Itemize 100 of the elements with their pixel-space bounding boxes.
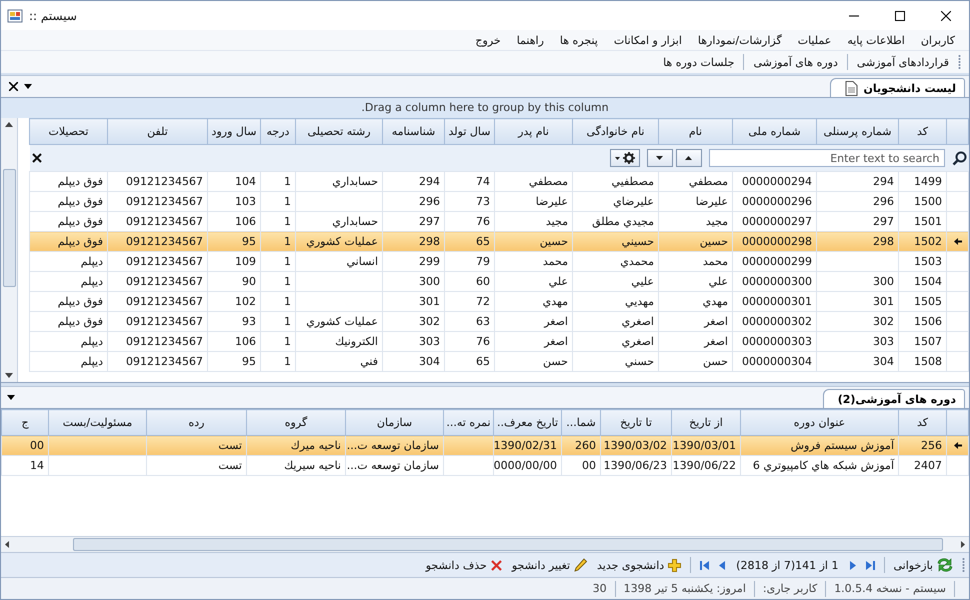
column-header[interactable]: تلفن [108, 118, 208, 144]
table-cell: 0000000301 [732, 292, 816, 312]
table-cell: فوق ديپلم [30, 312, 108, 332]
column-header[interactable]: عنوان دوره [740, 410, 898, 436]
add-button[interactable]: دانشجوی جدید [592, 556, 686, 574]
column-header[interactable]: شناسنامه [382, 118, 444, 144]
table-cell: 00 [562, 456, 600, 476]
table-cell: مصطفي [658, 172, 732, 192]
status-text: کاربر جاری: [762, 582, 818, 595]
toolbar-button[interactable]: جلسات دوره ها [658, 54, 740, 70]
table-cell: 09121234567 [108, 352, 208, 372]
table-cell: 0000000303 [732, 332, 816, 352]
menu-item[interactable]: پنجره ها [552, 34, 606, 46]
menu-item[interactable]: اطلاعات پایه [839, 34, 913, 46]
column-header[interactable]: از تاریخ [672, 410, 740, 436]
column-header[interactable]: سازمان [346, 410, 444, 436]
table-cell: 74 [444, 172, 494, 192]
column-header[interactable]: ج [2, 410, 48, 436]
column-header[interactable]: سال ورود [208, 118, 260, 144]
scroll-right-icon[interactable] [961, 541, 965, 548]
column-header[interactable]: رده [146, 410, 246, 436]
table-cell: 106 [208, 332, 260, 352]
table-cell: 0000000296 [732, 192, 816, 212]
table-cell: 2407 [898, 456, 946, 476]
row-indicator-icon [954, 238, 962, 245]
menu-item[interactable]: کاربران [912, 34, 963, 46]
scroll-left-icon[interactable] [5, 541, 9, 548]
delete-button[interactable]: حذف دانشجو [420, 556, 507, 574]
toolbar-button[interactable]: قراردادهای آموزشی [852, 54, 954, 70]
table-cell: 300 [816, 272, 898, 292]
refresh-button[interactable]: بازخوانی [888, 556, 958, 574]
table-cell: 298 [816, 232, 898, 252]
row-indicator-icon [954, 442, 962, 449]
table-cell: 1505 [898, 292, 946, 312]
table-cell: اصغر [494, 312, 572, 332]
edit-button[interactable]: تغییر دانشجو [506, 556, 592, 574]
dropdown-caret-icon[interactable] [7, 395, 15, 400]
group-panel: Drag a column here to group by this column. [1, 97, 969, 118]
toolbar-button[interactable]: دوره های آموزشی [748, 54, 843, 70]
table-cell: 00 [2, 436, 48, 456]
table-cell: مهدي [658, 292, 732, 312]
table-cell: 1 [260, 312, 296, 332]
find-previous-button[interactable] [676, 149, 702, 167]
table-cell: حسين [494, 232, 572, 252]
scroll-up-icon[interactable] [5, 122, 13, 127]
column-header[interactable]: شماره پرسنلی [816, 118, 898, 144]
table-cell: 303 [382, 332, 444, 352]
table-cell: فني [296, 352, 382, 372]
column-header[interactable]: درجه [260, 118, 296, 144]
table-cell: تست [146, 456, 246, 476]
document-tab[interactable]: لیست دانشجویان [830, 78, 965, 97]
table-cell: 296 [816, 192, 898, 212]
scroll-down-icon[interactable] [5, 373, 13, 378]
column-header[interactable]: گروه [246, 410, 346, 436]
close-icon[interactable] [32, 153, 42, 163]
column-header[interactable]: کد [898, 118, 946, 144]
table-cell: 76 [444, 332, 494, 352]
horizontal-scrollbar[interactable] [1, 536, 969, 552]
table-cell: 09121234567 [108, 292, 208, 312]
table-cell: 65 [444, 352, 494, 372]
table-cell: حسابداري [296, 172, 382, 192]
table-cell: محمد [658, 252, 732, 272]
table-cell: 301 [816, 292, 898, 312]
table-cell: 109 [208, 252, 260, 272]
table-cell: 302 [816, 312, 898, 332]
column-header[interactable]: تحصیلات [30, 118, 108, 144]
column-header[interactable]: مسئولیت/بست [48, 410, 146, 436]
pencil-icon [574, 558, 588, 572]
column-header[interactable]: تاریخ معرف.. [494, 410, 562, 436]
column-header[interactable]: نام پدر [494, 118, 572, 144]
column-header[interactable]: نام [658, 118, 732, 144]
menu-item[interactable]: راهنما [508, 34, 552, 46]
dropdown-caret-icon[interactable] [24, 84, 32, 89]
find-next-button[interactable] [646, 149, 672, 167]
menu-item[interactable]: عملیات [790, 34, 840, 46]
detail-tab[interactable]: دوره های آموزشی(2) [822, 389, 965, 408]
column-header[interactable]: رشته تحصیلی [296, 118, 382, 144]
column-header[interactable]: سال تولد [444, 118, 494, 144]
column-header[interactable]: کد [898, 410, 946, 436]
vertical-scrollbar[interactable] [1, 118, 18, 382]
column-header[interactable]: نام خانوادگی [572, 118, 658, 144]
table-cell: 1 [260, 232, 296, 252]
menu-item[interactable]: ابزار و امکانات [606, 34, 690, 46]
column-header[interactable]: شما... [562, 410, 600, 436]
status-text: امروز: یکشنبه 5 تیر 1398 [622, 582, 747, 595]
column-header[interactable]: شماره ملی [732, 118, 816, 144]
menu-item[interactable]: خروج [467, 34, 509, 46]
table-cell: 1503 [898, 252, 946, 272]
search-field[interactable]: Enter text to search [708, 149, 944, 167]
table-cell: 63 [444, 312, 494, 332]
column-header[interactable]: نمره ته... [444, 410, 494, 436]
up-triangle-icon [685, 156, 692, 160]
menu-item[interactable]: گزارشات/نمودارها [690, 34, 790, 46]
table-cell: فوق ديپلم [30, 172, 108, 192]
table-cell: 296 [382, 192, 444, 212]
settings-button[interactable] [610, 149, 640, 167]
close-icon[interactable] [9, 82, 18, 91]
column-header[interactable]: تا تاریخ [600, 410, 672, 436]
table-cell: 90 [208, 272, 260, 292]
table-cell: 294 [816, 172, 898, 192]
